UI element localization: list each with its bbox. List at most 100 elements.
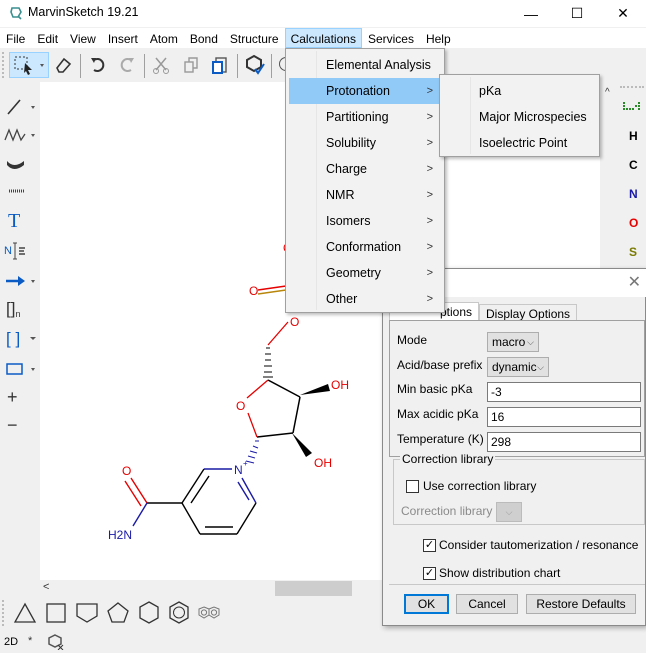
bold-bond-button[interactable] xyxy=(4,179,36,203)
minus-icon: − xyxy=(7,414,18,435)
mode-select[interactable]: macro ⌵ xyxy=(487,332,539,352)
menu-view[interactable]: View xyxy=(64,28,102,48)
undo-button[interactable] xyxy=(85,52,111,78)
scroll-left-button[interactable]: < xyxy=(43,581,49,593)
dialog-close-button[interactable]: ✕ xyxy=(628,272,641,292)
check-icon: ✓ xyxy=(424,539,435,551)
dimension-mode[interactable]: 2D xyxy=(4,636,18,648)
protonation-submenu: pKa Major Microspecies Isoelectric Point xyxy=(439,74,600,157)
menu-edit[interactable]: Edit xyxy=(31,28,64,48)
panel-grip[interactable] xyxy=(620,86,644,88)
element-H[interactable]: H xyxy=(629,129,638,143)
repeating-bracket-button[interactable]: [] n xyxy=(4,297,36,321)
rectangle-button[interactable] xyxy=(4,357,36,381)
atom-list-icon: N xyxy=(4,245,12,257)
horizontal-scrollbar-thumb[interactable] xyxy=(275,581,352,596)
menu-services[interactable]: Services xyxy=(362,28,420,48)
undo-icon xyxy=(91,58,105,72)
menu-item-major-microspecies[interactable]: Major Microspecies xyxy=(443,104,597,130)
increase-charge-button[interactable]: + xyxy=(4,385,36,409)
selection-tool-button[interactable] xyxy=(9,52,49,78)
use-correction-library-label: Use correction library xyxy=(423,479,537,493)
restore-defaults-button[interactable]: Restore Defaults xyxy=(526,594,636,614)
menu-item-isoelectric-point[interactable]: Isoelectric Point xyxy=(443,130,597,156)
naphthalene-icon[interactable] xyxy=(197,600,223,626)
correction-library-select[interactable]: ⌵ xyxy=(496,502,522,522)
maximize-button[interactable]: ☐ xyxy=(554,0,600,27)
max-acidic-pka-input[interactable]: 16 xyxy=(487,407,641,427)
menu-bar: File Edit View Insert Atom Bond Structur… xyxy=(0,28,646,48)
use-correction-library-checkbox[interactable] xyxy=(406,480,419,493)
charge-label: + xyxy=(243,459,248,468)
atom-label: O xyxy=(290,315,299,329)
arrow-button[interactable] xyxy=(4,269,36,293)
menu-structure[interactable]: Structure xyxy=(224,28,285,48)
ok-button[interactable]: OK xyxy=(404,594,449,614)
menu-item-nmr[interactable]: NMR > xyxy=(289,182,441,208)
window-title: MarvinSketch 19.21 xyxy=(28,5,139,19)
single-bond-icon xyxy=(7,99,35,115)
menu-calculations[interactable]: Calculations xyxy=(284,28,362,48)
menu-item-pka[interactable]: pKa xyxy=(443,78,597,104)
distribution-chart-checkbox[interactable]: ✓ xyxy=(423,567,436,580)
cut-button[interactable] xyxy=(148,52,174,78)
cyclopentane-house-icon[interactable] xyxy=(74,600,100,626)
template-bond-button[interactable] xyxy=(4,151,36,175)
tautomerization-checkbox[interactable]: ✓ xyxy=(423,539,436,552)
menu-item-solubility[interactable]: Solubility > xyxy=(289,130,441,156)
cyclopentane-icon[interactable] xyxy=(105,600,131,626)
cut-icon xyxy=(153,57,169,74)
element-N[interactable]: N xyxy=(629,187,638,201)
plus-icon: + xyxy=(7,386,18,407)
chain-button[interactable] xyxy=(4,123,36,147)
menu-atom[interactable]: Atom xyxy=(144,28,184,48)
check-structure-button[interactable] xyxy=(242,52,268,78)
chevron-right-icon: > xyxy=(426,189,433,201)
temperature-input[interactable]: 298 xyxy=(487,432,641,452)
redo-button[interactable] xyxy=(114,52,140,78)
scroll-up-button[interactable]: ^ xyxy=(605,87,610,98)
element-C[interactable]: C xyxy=(629,158,638,172)
cyclobutane-icon[interactable] xyxy=(43,600,69,626)
atom-list-button[interactable]: N xyxy=(4,239,36,263)
menu-help[interactable]: Help xyxy=(420,28,457,48)
menu-bond[interactable]: Bond xyxy=(184,28,224,48)
menu-item-isomers[interactable]: Isomers > xyxy=(289,208,441,234)
copy-icon xyxy=(184,57,198,73)
minimize-button[interactable]: — xyxy=(508,0,554,27)
cancel-button[interactable]: Cancel xyxy=(456,594,518,614)
close-button[interactable]: ✕ xyxy=(600,0,646,27)
eraser-button[interactable] xyxy=(50,52,76,78)
menu-insert[interactable]: Insert xyxy=(102,28,144,48)
min-basic-pka-input[interactable]: -3 xyxy=(487,382,641,402)
decrease-charge-button[interactable]: − xyxy=(4,413,36,437)
paste-button[interactable] xyxy=(207,52,233,78)
cyclohexane-icon[interactable] xyxy=(136,600,162,626)
chain-icon xyxy=(4,128,35,142)
menu-item-protonation[interactable]: Protonation > xyxy=(289,78,441,104)
menu-item-partitioning[interactable]: Partitioning > xyxy=(289,104,441,130)
shapebar-grip[interactable] xyxy=(2,600,4,626)
stereo-star-icon[interactable]: * xyxy=(28,635,32,647)
text-icon: T xyxy=(8,209,21,232)
menu-item-other[interactable]: Other > xyxy=(289,286,441,312)
toolbar-grip[interactable] xyxy=(2,52,5,78)
clean-structure-icon[interactable] xyxy=(48,634,64,650)
element-O[interactable]: O xyxy=(629,216,638,230)
distribution-chart-label: Show distribution chart xyxy=(439,566,561,580)
element-S[interactable]: S xyxy=(629,245,637,259)
menu-item-elemental-analysis[interactable]: Elemental Analysis xyxy=(289,52,441,78)
periodic-table-icon[interactable] xyxy=(622,100,642,112)
menu-item-geometry[interactable]: Geometry > xyxy=(289,260,441,286)
menu-item-charge[interactable]: Charge > xyxy=(289,156,441,182)
text-button[interactable]: T xyxy=(4,209,36,233)
prefix-select[interactable]: dynamic ⌵ xyxy=(487,357,549,377)
menu-item-conformation[interactable]: Conformation > xyxy=(289,234,441,260)
maximize-icon: ☐ xyxy=(570,5,584,21)
bracket-button[interactable]: [ ] xyxy=(4,327,36,351)
single-bond-button[interactable] xyxy=(4,95,36,119)
menu-file[interactable]: File xyxy=(0,28,31,48)
benzene-icon[interactable] xyxy=(166,600,192,626)
cyclopropane-icon[interactable] xyxy=(12,600,38,626)
copy-button[interactable] xyxy=(178,52,204,78)
